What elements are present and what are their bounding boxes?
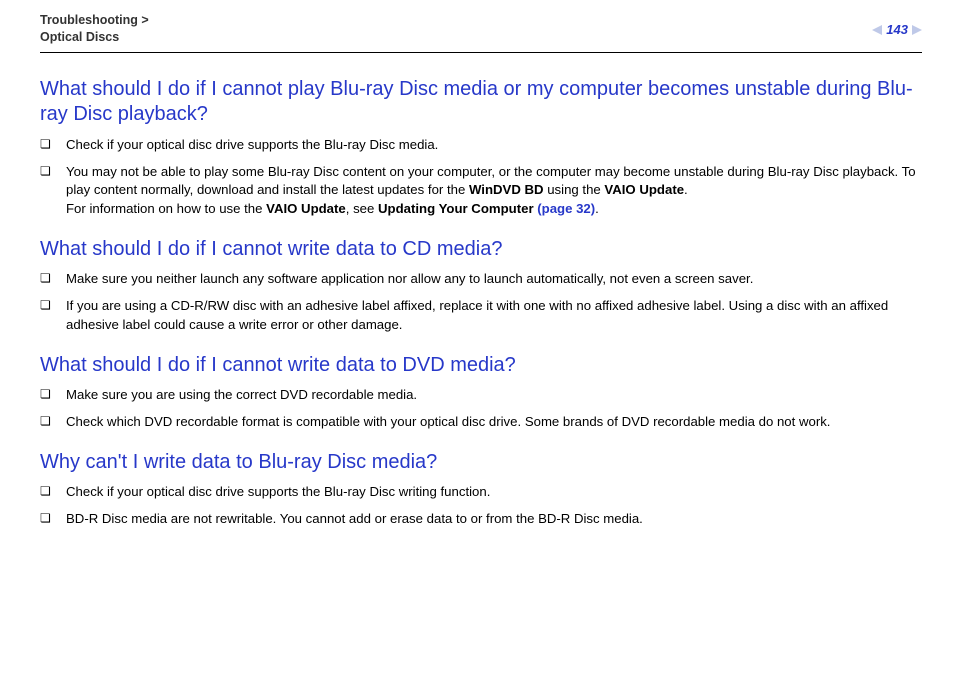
list-item: Make sure you neither launch any softwar…	[40, 270, 922, 289]
body-text: For information on how to use the	[66, 201, 266, 216]
list-item: Check if your optical disc drive support…	[40, 483, 922, 502]
body-text: .	[684, 182, 688, 197]
body-text: BD-R Disc media are not rewritable. You …	[66, 511, 643, 526]
body-text: Check if your optical disc drive support…	[66, 137, 438, 152]
bullet-list: Make sure you neither launch any softwar…	[40, 270, 922, 334]
body-text: Make sure you are using the correct DVD …	[66, 387, 417, 402]
list-item: BD-R Disc media are not rewritable. You …	[40, 510, 922, 529]
body-text: Check which DVD recordable format is com…	[66, 414, 830, 429]
body-text: If you are using a CD-R/RW disc with an …	[66, 298, 888, 332]
section-heading: Why can't I write data to Blu-ray Disc m…	[40, 450, 922, 476]
bullet-list: Check if your optical disc drive support…	[40, 483, 922, 528]
body-text: .	[595, 201, 599, 216]
section-heading: What should I do if I cannot write data …	[40, 237, 922, 263]
next-page-icon[interactable]	[912, 25, 922, 35]
page-number-nav: 143	[872, 22, 922, 37]
body-text: using the	[544, 182, 605, 197]
list-item: If you are using a CD-R/RW disc with an …	[40, 297, 922, 334]
breadcrumb: Troubleshooting > Optical Discs	[40, 12, 149, 46]
page-content: What should I do if I cannot play Blu-ra…	[40, 77, 922, 529]
body-text: Check if your optical disc drive support…	[66, 484, 490, 499]
prev-page-icon[interactable]	[872, 25, 882, 35]
body-text: , see	[346, 201, 378, 216]
list-item: Check if your optical disc drive support…	[40, 136, 922, 155]
page-link[interactable]: (page 32)	[537, 201, 595, 216]
list-item: Check which DVD recordable format is com…	[40, 413, 922, 432]
bullet-list: Check if your optical disc drive support…	[40, 136, 922, 219]
bold-text: VAIO Update	[266, 201, 346, 216]
section-heading: What should I do if I cannot write data …	[40, 353, 922, 379]
body-text: Make sure you neither launch any softwar…	[66, 271, 753, 286]
list-item: Make sure you are using the correct DVD …	[40, 386, 922, 405]
breadcrumb-category: Troubleshooting >	[40, 13, 149, 27]
bold-text: VAIO Update	[604, 182, 684, 197]
bold-text: Updating Your Computer	[378, 201, 537, 216]
section-heading: What should I do if I cannot play Blu-ra…	[40, 77, 922, 128]
bullet-list: Make sure you are using the correct DVD …	[40, 386, 922, 431]
breadcrumb-topic: Optical Discs	[40, 30, 119, 44]
list-item: You may not be able to play some Blu-ray…	[40, 163, 922, 219]
page-number: 143	[886, 22, 908, 37]
page-header: Troubleshooting > Optical Discs 143	[40, 12, 922, 53]
bold-text: WinDVD BD	[469, 182, 544, 197]
